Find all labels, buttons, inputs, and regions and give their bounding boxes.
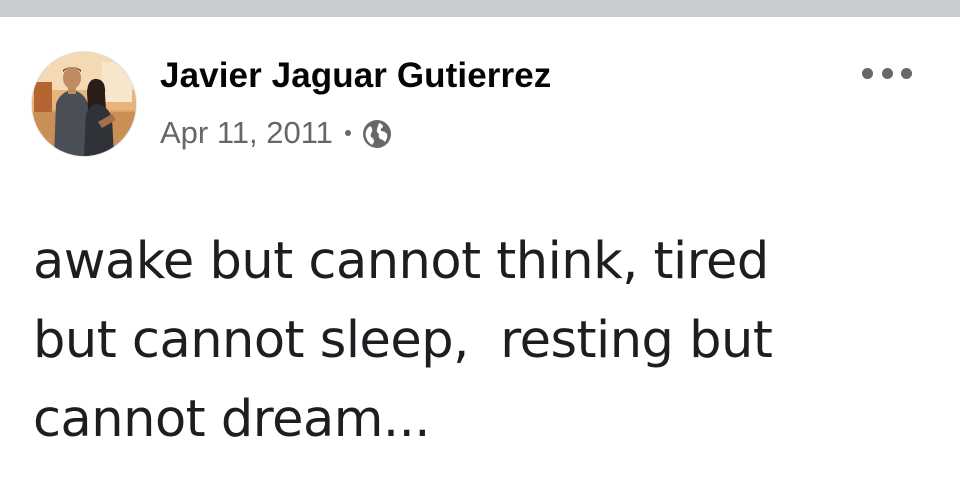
- feed-separator-strip: [0, 0, 960, 17]
- author-name[interactable]: Javier Jaguar Gutierrez: [160, 56, 551, 96]
- globe-icon[interactable]: [361, 118, 393, 150]
- more-options-button[interactable]: [862, 60, 912, 86]
- post-meta: Apr 11, 2011: [160, 113, 393, 153]
- more-dot-icon: [881, 67, 893, 79]
- post-text-line: awake but cannot think, tired: [33, 232, 769, 291]
- avatar-photo: [32, 52, 136, 156]
- post-body-text: awake but cannot think, tired but cannot…: [33, 222, 933, 459]
- post-text-line: cannot dream...: [33, 390, 431, 449]
- meta-separator-dot: [344, 130, 351, 136]
- more-dot-icon: [862, 67, 873, 79]
- post-timestamp[interactable]: Apr 11, 2011: [160, 115, 333, 151]
- post-text-line: but cannot sleep, resting but: [33, 311, 773, 370]
- facebook-post-card: Javier Jaguar Gutierrez Apr 11, 2011 awa…: [0, 0, 960, 491]
- author-avatar[interactable]: [31, 51, 137, 157]
- more-dot-icon: [901, 67, 912, 79]
